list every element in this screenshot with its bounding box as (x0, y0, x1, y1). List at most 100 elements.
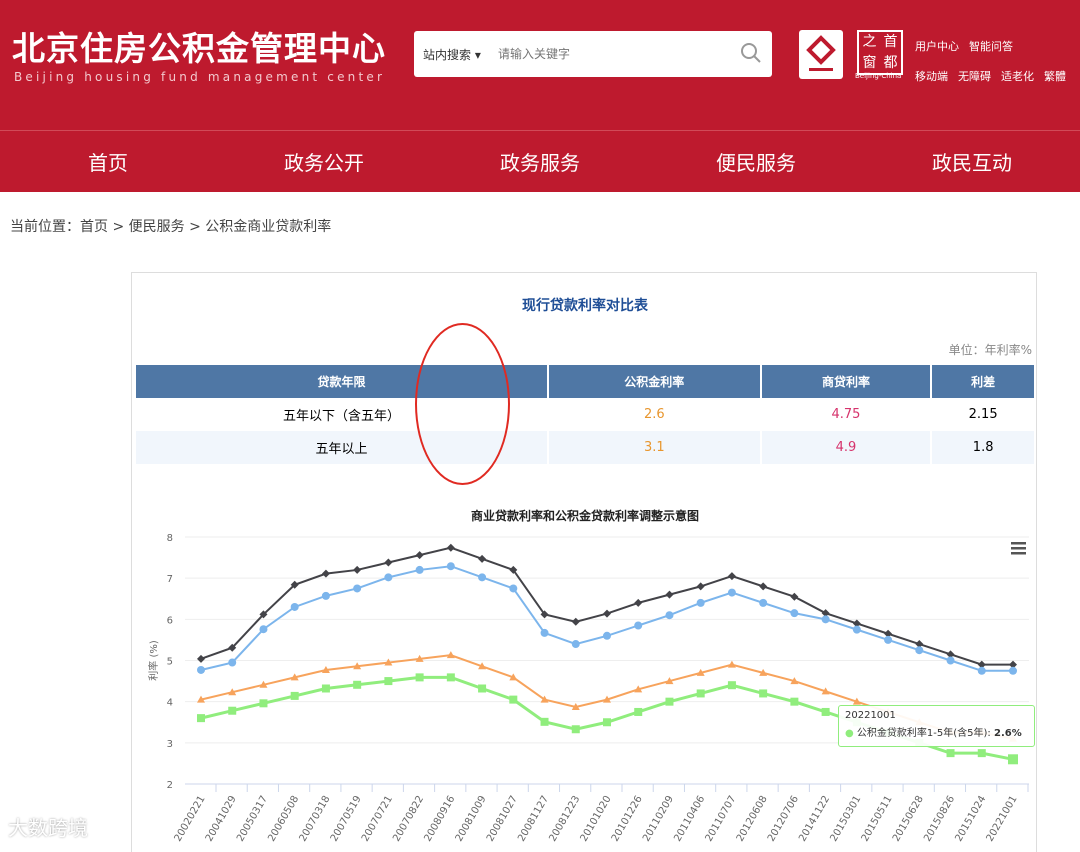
link-traditional[interactable]: 繁體 (1044, 70, 1066, 83)
data-point (540, 628, 549, 637)
x-tick-label: 20060508 (266, 794, 301, 844)
rate-chart: 2345678利率 (%)200202212004102920050317200… (147, 533, 1029, 844)
nav-interaction[interactable]: 政民互动 (872, 147, 1072, 176)
series-line (200, 546, 1013, 666)
gjj-rate-cell: 3.1 (548, 431, 760, 464)
link-elderly[interactable]: 适老化 (1001, 70, 1034, 83)
col-header: 利差 (932, 365, 1034, 398)
data-point (759, 689, 768, 698)
data-point (790, 592, 799, 601)
data-point (259, 699, 268, 708)
y-tick-label: 2 (167, 780, 173, 791)
data-point (290, 602, 299, 611)
data-point (977, 749, 986, 758)
site-title[interactable]: 北京住房公积金管理中心 (12, 22, 386, 70)
commercial-rate-cell: 4.75 (831, 407, 861, 422)
site-title-en: Beijing housing fund management center (14, 70, 386, 84)
x-tick-label: 20081027 (485, 794, 520, 844)
diff-cell: 1.8 (932, 431, 1034, 464)
tooltip-label: 公积金贷款利率1-5年(含5年): (856, 728, 991, 739)
data-point (603, 609, 611, 618)
data-point (727, 572, 736, 581)
nav-gov-open[interactable]: 政务公开 (224, 147, 424, 176)
capital-window-logo[interactable]: 之首窗都 (857, 30, 903, 75)
col-header: 商贷利率 (761, 365, 931, 398)
data-point (696, 598, 705, 607)
x-tick-label: 20150301 (828, 794, 863, 844)
x-tick-label: 20070318 (298, 794, 333, 844)
x-tick-label: 20050317 (235, 794, 270, 844)
x-tick-label: 20101020 (579, 794, 614, 844)
data-point (634, 707, 643, 716)
gjj-rate-cell: 2.6 (643, 407, 665, 422)
search-input[interactable] (498, 43, 718, 65)
y-tick-label: 7 (167, 574, 173, 585)
link-mobile[interactable]: 移动端 (915, 70, 948, 83)
badge-en: Beijing-China (855, 72, 902, 80)
menu-icon (1011, 547, 1026, 550)
nav-home[interactable]: 首页 (8, 147, 208, 176)
data-point (696, 582, 705, 591)
rate-table: 贷款年限 公积金利率 商贷利率 利差 五年以下（含五年） 2.6 4.75 2.15 五年以… (134, 365, 1036, 464)
x-tick-label: 20150826 (922, 794, 957, 844)
search-scope-dropdown[interactable]: 站内搜索 ▾ (423, 46, 481, 63)
x-tick-label: 20150511 (860, 794, 895, 844)
search-icon[interactable] (740, 42, 762, 68)
x-tick-label: 20081223 (547, 794, 582, 844)
menu-icon (1011, 552, 1026, 555)
x-tick-label: 20151024 (953, 794, 988, 844)
data-point (603, 718, 611, 727)
data-point (384, 677, 393, 686)
data-point (478, 554, 487, 563)
data-point (509, 695, 518, 704)
data-point (571, 725, 580, 734)
nav-public-service[interactable]: 便民服务 (656, 147, 856, 176)
data-point (946, 749, 955, 758)
badge-char: 之 (862, 34, 877, 50)
data-point (634, 598, 643, 607)
x-tick-label: 20101226 (610, 794, 645, 844)
data-point (665, 611, 674, 620)
data-point (446, 543, 455, 552)
commercial-rate-cell: 4.9 (761, 431, 931, 464)
top-links: 用户中心 智能问答 (915, 38, 1023, 54)
link-smart-qa[interactable]: 智能问答 (969, 40, 1013, 53)
data-point (852, 625, 861, 634)
link-user-center[interactable]: 用户中心 (915, 40, 959, 53)
data-point (321, 684, 330, 693)
data-point (540, 717, 549, 726)
table-row: 五年以上 3.1 4.9 1.8 (136, 431, 1034, 464)
data-point (384, 558, 393, 567)
data-point (759, 598, 768, 607)
main-nav: 首页 政务公开 政务服务 便民服务 政民互动 (0, 130, 1080, 192)
x-tick-label: 20070721 (360, 794, 395, 844)
data-point (446, 673, 455, 682)
x-tick-label: 20081009 (454, 794, 489, 844)
data-point (634, 621, 643, 630)
y-tick-label: 4 (167, 698, 173, 709)
col-header: 公积金利率 (548, 365, 760, 398)
data-point (197, 654, 205, 663)
y-tick-label: 6 (167, 615, 173, 626)
site-header: 北京住房公积金管理中心 Beijing housing fund managem… (0, 0, 1080, 130)
data-point (321, 591, 330, 600)
data-point (353, 680, 362, 689)
data-point (977, 666, 986, 675)
diff-cell: 2.15 (968, 407, 998, 422)
watermark: 大数跨境 (8, 816, 88, 840)
x-tick-label: 20080916 (422, 794, 457, 844)
data-point (571, 640, 580, 649)
tooltip-value: 2.6% (993, 728, 1022, 739)
data-point (415, 673, 424, 682)
x-tick-label: 20120706 (766, 794, 801, 844)
x-tick-label: 20110209 (641, 794, 676, 844)
data-point (665, 697, 674, 706)
data-point (665, 590, 674, 599)
link-accessibility[interactable]: 无障碍 (958, 70, 991, 83)
search-scope-label: 站内搜索 (423, 48, 472, 62)
nav-gov-service[interactable]: 政务服务 (440, 147, 640, 176)
data-point (384, 573, 393, 582)
data-point (1009, 666, 1017, 675)
housing-fund-logo[interactable] (799, 30, 843, 79)
data-point (353, 584, 362, 593)
